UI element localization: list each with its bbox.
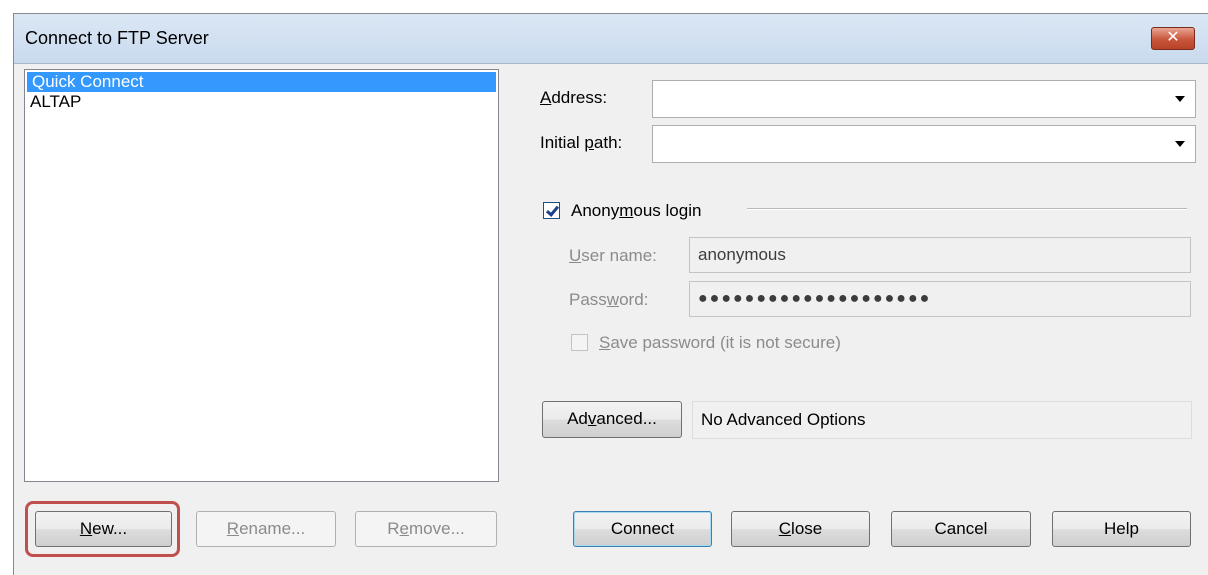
initial-path-combobox[interactable] bbox=[652, 125, 1196, 163]
cancel-button[interactable]: Cancel bbox=[891, 511, 1031, 547]
help-button[interactable]: Help bbox=[1052, 511, 1191, 547]
bookmark-list[interactable]: Quick Connect ALTAP bbox=[24, 69, 499, 482]
user-name-label: User name: bbox=[569, 246, 657, 265]
save-password-label: Save password (it is not secure) bbox=[599, 333, 841, 352]
chevron-down-icon[interactable] bbox=[1175, 96, 1185, 102]
password-label: Password: bbox=[569, 290, 649, 309]
remove-button[interactable]: Remove... bbox=[355, 511, 497, 547]
list-item[interactable]: ALTAP bbox=[25, 92, 498, 112]
anonymous-login-checkbox[interactable] bbox=[543, 202, 560, 219]
highlight-frame bbox=[25, 501, 180, 557]
connect-button[interactable]: Connect bbox=[573, 511, 712, 547]
address-label: Address: bbox=[540, 88, 608, 107]
advanced-button[interactable]: Advanced... bbox=[542, 401, 682, 438]
initial-path-label: Initial path: bbox=[540, 133, 623, 152]
save-password-checkbox[interactable] bbox=[571, 334, 588, 351]
close-window-button[interactable]: ✕ bbox=[1151, 27, 1195, 50]
close-icon: ✕ bbox=[1166, 29, 1180, 46]
anonymous-login-label[interactable]: Anonymous login bbox=[571, 201, 701, 221]
group-divider bbox=[747, 208, 1187, 210]
dialog-title: Connect to FTP Server bbox=[25, 28, 209, 48]
close-button[interactable]: Close bbox=[731, 511, 870, 547]
chevron-down-icon[interactable] bbox=[1175, 141, 1185, 147]
user-name-field[interactable]: anonymous bbox=[689, 237, 1191, 273]
address-combobox[interactable] bbox=[652, 80, 1196, 118]
list-item[interactable]: Quick Connect bbox=[27, 72, 496, 92]
password-field[interactable]: ●●●●●●●●●●●●●●●●●●●● bbox=[689, 281, 1191, 317]
advanced-options-status: No Advanced Options bbox=[692, 401, 1192, 439]
title-bar: Connect to FTP Server ✕ bbox=[14, 14, 1208, 64]
rename-button[interactable]: Rename... bbox=[196, 511, 336, 547]
